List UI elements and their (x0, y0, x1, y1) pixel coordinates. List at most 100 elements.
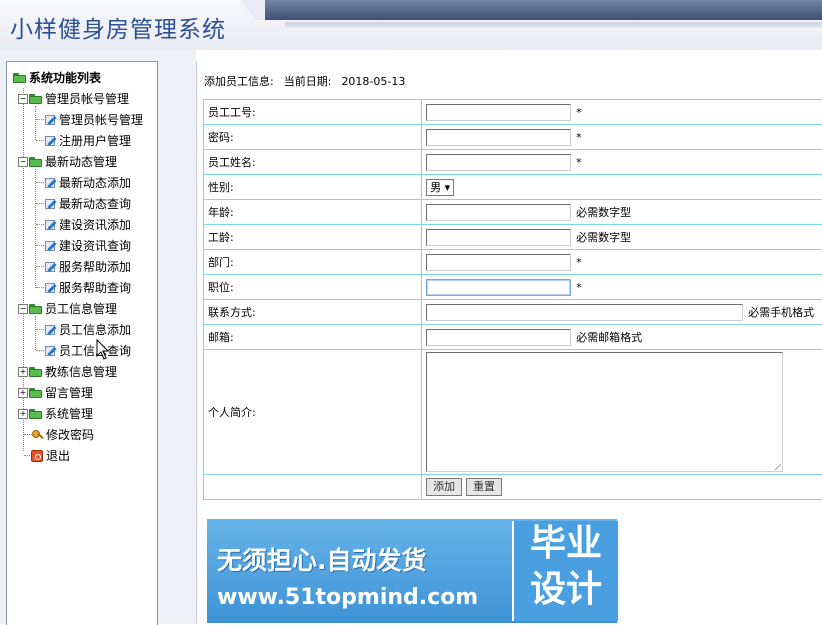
sidebar-folder-system[interactable]: + 系统管理 (18, 403, 93, 423)
email-input[interactable] (426, 329, 571, 346)
form-row-password: 密码: * (204, 125, 822, 150)
ad-banner[interactable]: 无须担心.自动发货 www.51topmind.com 毕业 设计 (207, 519, 617, 623)
banner-side-bottom: 设计 (514, 567, 618, 613)
form-row-name: 员工姓名: * (204, 150, 822, 175)
field-label: 性别: (204, 175, 422, 200)
edit-page-icon (44, 135, 57, 147)
form-row-actions: 添加重置 (204, 475, 822, 500)
sidebar-item-label: 修改密码 (46, 425, 94, 445)
sidebar-item-news-query[interactable]: 最新动态查询 (44, 193, 131, 213)
sidebar-folder-staff[interactable]: − 员工信息管理 (18, 298, 117, 318)
header-band-lower (285, 22, 822, 28)
folder-icon (29, 367, 43, 377)
edit-page-icon (44, 240, 57, 252)
sidebar-item-label: 服务帮助查询 (59, 278, 131, 298)
edit-page-icon (44, 345, 57, 357)
sidebar-folder-messages[interactable]: +留言管理 (18, 382, 93, 402)
expand-icon[interactable]: + (18, 388, 28, 398)
sidebar-item-label: 服务帮助添加 (59, 257, 131, 277)
collapse-icon[interactable]: − (18, 157, 28, 167)
sidebar-folder-label: 系统管理 (45, 404, 93, 424)
banner-slogan: 无须担心.自动发货 (217, 541, 427, 577)
collapse-icon[interactable]: − (18, 304, 28, 314)
form-row-seniority: 工龄: 必需数字型 (204, 225, 822, 250)
form-row-email: 邮箱: 必需邮箱格式 (204, 325, 822, 350)
tree-line (36, 287, 44, 288)
contact-input[interactable] (426, 304, 743, 321)
sidebar-folder-coaches[interactable]: +教练信息管理 (18, 361, 117, 381)
dropdown-arrow-icon: ▾ (445, 181, 451, 194)
field-label: 工龄: (204, 225, 422, 250)
sidebar-item-staff-query[interactable]: 员工信息查询 (44, 340, 131, 360)
date-value: 2018-05-13 (341, 75, 405, 88)
seniority-input[interactable] (426, 229, 571, 246)
app-header: 小样健身房管理系统 (0, 0, 822, 50)
content-panel: 添加员工信息:当前日期:2018-05-13 员工工号: * 密码: * 员工姓… (196, 61, 822, 624)
field-hint: 必需手机格式 (748, 304, 814, 320)
tree-line (35, 316, 36, 350)
collapse-icon[interactable]: − (18, 94, 28, 104)
edit-page-icon (44, 114, 57, 126)
reset-button[interactable]: 重置 (466, 478, 502, 496)
department-input[interactable] (426, 254, 571, 271)
field-hint: 必需数字型 (576, 204, 631, 220)
app-title: 小样健身房管理系统 (10, 10, 226, 44)
edit-page-icon (44, 219, 57, 231)
sidebar-item-construction-query[interactable]: 建设资讯查询 (44, 235, 131, 255)
folder-open-icon (29, 304, 43, 314)
position-input[interactable] (426, 279, 571, 296)
sidebar-item-help-query[interactable]: 服务帮助查询 (44, 277, 131, 297)
tree-line (36, 140, 44, 141)
employee-id-input[interactable] (426, 104, 571, 121)
sidebar-item-staff-add[interactable]: 员工信息添加 (44, 319, 131, 339)
field-hint: 必需邮箱格式 (576, 329, 642, 345)
sidebar-item-news-add[interactable]: 最新动态添加 (44, 172, 131, 192)
field-label: 职位: (204, 275, 422, 300)
sidebar-item-logout[interactable]: 退出 (31, 445, 70, 465)
password-input[interactable] (426, 129, 571, 146)
form-row-position: 职位: * (204, 275, 822, 300)
form-row-contact: 联系方式: 必需手机格式 (204, 300, 822, 325)
form-row-age: 年龄: 必需数字型 (204, 200, 822, 225)
sidebar-item-label: 注册用户管理 (59, 131, 131, 151)
tree-root-label: 系统功能列表 (29, 68, 101, 88)
resize-grip-icon[interactable] (775, 464, 781, 470)
required-mark: * (576, 106, 582, 119)
folder-icon (29, 409, 43, 419)
banner-side-top: 毕业 (514, 521, 618, 567)
key-icon (31, 429, 44, 441)
sidebar-folder-news[interactable]: −最新动态管理 (18, 151, 117, 171)
age-input[interactable] (426, 204, 571, 221)
sidebar-folder-admin-accounts[interactable]: −管理员帐号管理 (18, 88, 129, 108)
sidebar-item-construction-add[interactable]: 建设资讯添加 (44, 214, 131, 234)
gender-select[interactable]: 男 ▾ (426, 179, 454, 196)
sidebar-item-registered-users[interactable]: 注册用户管理 (44, 130, 131, 150)
edit-page-icon (44, 282, 57, 294)
add-button[interactable]: 添加 (426, 478, 462, 496)
form-row-employee-id: 员工工号: * (204, 100, 822, 125)
form-row-department: 部门: * (204, 250, 822, 275)
sidebar-item-help-add[interactable]: 服务帮助添加 (44, 256, 131, 276)
sidebar-folder-label: 员工信息管理 (45, 299, 117, 319)
expand-icon[interactable]: + (18, 367, 28, 377)
expand-icon[interactable]: + (18, 409, 28, 419)
field-label: 密码: (204, 125, 422, 150)
name-input[interactable] (426, 154, 571, 171)
bio-textarea[interactable] (426, 352, 783, 472)
edit-page-icon (44, 177, 57, 189)
tree-line (36, 350, 44, 351)
sidebar-item-admin-accounts[interactable]: 管理员帐号管理 (44, 109, 143, 129)
sidebar-item-label: 管理员帐号管理 (59, 110, 143, 130)
field-label: 员工姓名: (204, 150, 422, 175)
tree-line (36, 203, 44, 204)
required-mark: * (576, 156, 582, 169)
sidebar-item-change-password[interactable]: 修改密码 (31, 424, 94, 444)
field-hint: 必需数字型 (576, 229, 631, 245)
tree-line (36, 119, 44, 120)
tree-root[interactable]: 系统功能列表 (13, 67, 101, 87)
field-label: 邮箱: (204, 325, 422, 350)
tree-line (36, 245, 44, 246)
field-label: 年龄: (204, 200, 422, 225)
sidebar-tree: 系统功能列表 −管理员帐号管理 管理员帐号管理 注册用户管理 −最新动态管理 最… (6, 61, 158, 625)
form-heading: 添加员工信息: (204, 75, 274, 88)
